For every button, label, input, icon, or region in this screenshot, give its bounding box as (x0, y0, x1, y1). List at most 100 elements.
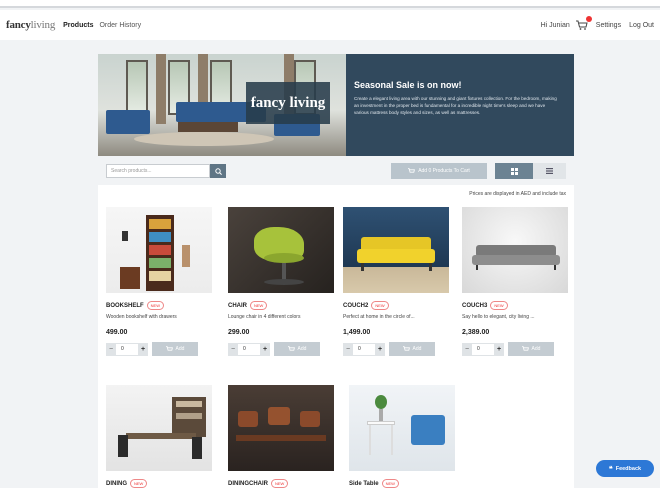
product-image[interactable] (106, 207, 212, 293)
add-to-cart-button[interactable]: Add (389, 342, 435, 356)
banner-photo: fancy living (98, 54, 346, 156)
add-to-cart-button[interactable]: Add (274, 342, 320, 356)
search-input[interactable]: Search products... (106, 164, 210, 178)
product-card[interactable]: DINING NEW (106, 385, 216, 488)
increment-button[interactable]: + (375, 342, 385, 356)
cart-icon (521, 346, 529, 351)
product-name[interactable]: CHAIR (228, 303, 247, 309)
increment-button[interactable]: + (494, 342, 504, 356)
banner-logo-text: fancy living (250, 94, 326, 111)
product-price: 1,499.00 (343, 329, 371, 336)
new-badge: NEW (130, 479, 148, 488)
quantity-input[interactable]: 0 (472, 342, 494, 356)
new-badge: NEW (490, 301, 508, 310)
product-card[interactable]: COUCH2 NEW Perfect at home in the circle … (343, 207, 453, 356)
feedback-button[interactable]: ❝ Feedback (596, 460, 654, 477)
new-badge: NEW (146, 301, 165, 310)
add-label: Add (297, 346, 307, 352)
product-card[interactable]: BOOKSHELF NEW Wooden bookshelf with drawe… (106, 207, 216, 356)
top-navbar: fancyliving Products Order History Hi Ju… (0, 10, 660, 40)
add-label: Add (175, 346, 185, 352)
new-badge: NEW (271, 479, 289, 488)
grid-view-button[interactable] (495, 163, 533, 179)
cart-icon[interactable] (575, 16, 592, 30)
product-price: 299.00 (228, 329, 250, 336)
product-image[interactable] (228, 207, 334, 293)
logo-bold-text: fancy (6, 19, 31, 31)
product-name[interactable]: COUCH3 (462, 303, 487, 309)
cart-icon (165, 346, 173, 351)
increment-button[interactable]: + (138, 342, 148, 356)
decrement-button[interactable]: − (343, 342, 353, 356)
product-price: 2,389.00 (462, 329, 490, 336)
product-description: Wooden bookshelf with drawers (106, 314, 177, 320)
product-description: Say hello to elegant, city living ... (462, 314, 535, 320)
quantity-stepper: − 0 + Add (462, 342, 572, 356)
quantity-stepper: − 0 + Add (106, 342, 216, 356)
browser-top-strip (0, 0, 660, 8)
product-name[interactable]: COUCH2 (343, 303, 368, 309)
list-view-icon (546, 168, 553, 174)
product-name[interactable]: BOOKSHELF (106, 303, 144, 309)
product-image[interactable] (343, 207, 449, 293)
logo-light-text: living (30, 19, 56, 31)
product-description: Lounge chair in 4 different colors (228, 314, 301, 320)
site-logo[interactable]: fancyliving (6, 19, 55, 31)
banner-description: Create a elegant living area with our st… (354, 96, 557, 115)
main-content: fancy living Seasonal Sale is on now! Cr… (98, 54, 574, 488)
quantity-input[interactable]: 0 (116, 342, 138, 356)
decrement-button[interactable]: − (106, 342, 116, 356)
grid-view-icon (510, 167, 518, 175)
product-image[interactable] (228, 385, 334, 471)
feedback-label: Feedback (615, 465, 642, 472)
logout-link[interactable]: Log Out (629, 22, 654, 29)
sale-banner: fancy living Seasonal Sale is on now! Cr… (98, 54, 574, 156)
product-description: Perfect at home in the circle of... (343, 314, 415, 320)
decrement-button[interactable]: − (228, 342, 238, 356)
banner-text-block: Seasonal Sale is on now! Create a elegan… (354, 80, 559, 116)
add-label: Add (412, 346, 422, 352)
add-label: Add (531, 346, 541, 352)
product-image[interactable] (106, 385, 212, 471)
product-toolbar: Search products... Add 0 Products To Car… (98, 160, 574, 182)
list-view-button[interactable] (533, 163, 566, 179)
cart-icon (408, 168, 416, 173)
product-image[interactable] (462, 207, 568, 293)
cart-badge (585, 16, 592, 22)
add-all-to-cart-button[interactable]: Add 0 Products To Cart (391, 163, 487, 179)
banner-title: Seasonal Sale is on now! (354, 80, 462, 90)
quantity-input[interactable]: 0 (353, 342, 375, 356)
nav-order-history[interactable]: Order History (99, 22, 141, 29)
product-image[interactable] (349, 385, 455, 471)
new-badge: NEW (371, 301, 389, 310)
quote-icon: ❝ (608, 465, 613, 473)
search-icon (214, 167, 222, 175)
decrement-button[interactable]: − (462, 342, 472, 356)
add-to-cart-button[interactable]: Add (152, 342, 198, 356)
search-button[interactable] (210, 164, 226, 178)
add-to-cart-button[interactable]: Add (508, 342, 554, 356)
product-name[interactable]: DININGCHAIR (228, 481, 268, 487)
cart-icon (287, 346, 295, 351)
product-name[interactable]: Side Table (349, 481, 379, 487)
product-card[interactable]: COUCH3 NEW Say hello to elegant, city liv… (462, 207, 572, 356)
product-grid: Prices are displayed in AED and include … (98, 185, 574, 488)
nav-right-group: Hi Junian Settings Log Out (533, 16, 654, 30)
add-all-label: Add 0 Products To Cart (418, 168, 470, 174)
product-card[interactable]: CHAIR NEW Lounge chair in 4 different col… (228, 207, 338, 356)
product-card[interactable]: Side Table NEW (349, 385, 459, 488)
quantity-stepper: − 0 + Add (228, 342, 338, 356)
product-name[interactable]: DINING (106, 481, 127, 487)
nav-products[interactable]: Products (63, 22, 93, 29)
cart-icon (402, 346, 410, 351)
quantity-input[interactable]: 0 (238, 342, 260, 356)
settings-link[interactable]: Settings (596, 22, 621, 29)
user-greeting: Hi Junian (540, 21, 570, 29)
product-price: 499.00 (106, 329, 128, 336)
product-card[interactable]: DININGCHAIR NEW (228, 385, 338, 488)
increment-button[interactable]: + (260, 342, 270, 356)
new-badge: NEW (250, 301, 268, 310)
quantity-stepper: − 0 + Add (343, 342, 453, 356)
price-note: Prices are displayed in AED and include … (469, 191, 566, 197)
banner-logo: fancy living (246, 82, 330, 124)
